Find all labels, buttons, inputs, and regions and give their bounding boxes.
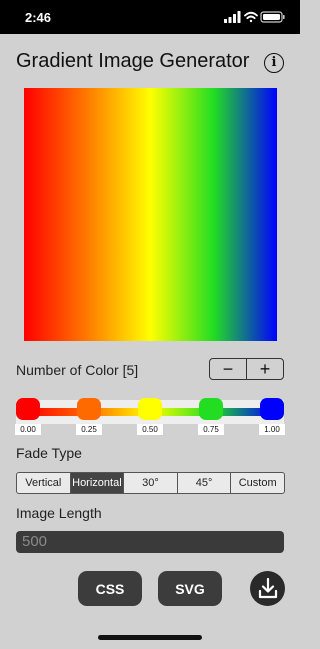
color-stop-handle[interactable]	[16, 398, 40, 420]
download-button[interactable]	[250, 571, 285, 606]
fade-type-label: Fade Type	[16, 445, 82, 461]
color-stop[interactable]: 0.50	[137, 398, 163, 435]
fade-option[interactable]: Custom	[231, 473, 284, 493]
color-stop-handle[interactable]	[199, 398, 223, 420]
color-stop[interactable]: 0.00	[15, 398, 41, 435]
signal-icon	[224, 11, 241, 23]
fade-option[interactable]: 30°	[124, 473, 178, 493]
css-button[interactable]: CSS	[78, 571, 142, 606]
color-stop[interactable]: 1.00	[259, 398, 285, 435]
download-icon	[258, 577, 277, 598]
image-length-label: Image Length	[16, 505, 102, 521]
color-count-label: Number of Color [5]	[16, 362, 139, 378]
svg-button[interactable]: SVG	[158, 571, 222, 606]
wifi-icon	[244, 11, 258, 23]
color-stop-value: 1.00	[259, 424, 285, 435]
color-stop-value: 0.75	[198, 424, 224, 435]
battery-icon	[260, 11, 285, 23]
gradient-preview	[24, 88, 277, 341]
decrement-button[interactable]: −	[210, 359, 246, 379]
color-stop[interactable]: 0.75	[198, 398, 224, 435]
status-time: 2:46	[25, 10, 52, 25]
color-stop-value: 0.25	[76, 424, 102, 435]
increment-button[interactable]: +	[247, 359, 283, 379]
page-title: Gradient Image Generator	[16, 50, 250, 72]
home-indicator	[98, 635, 202, 640]
status-bar: 2:46	[0, 0, 300, 34]
color-stop-value: 0.50	[137, 424, 163, 435]
fade-type-selector: Vertical Horizontal 30° 45° Custom	[16, 472, 285, 494]
color-stop-handle[interactable]	[77, 398, 101, 420]
color-stop-slider: 0.00 0.25 0.50 0.75 1.00	[15, 396, 285, 436]
info-icon[interactable]: i	[264, 53, 284, 73]
color-stop-handle[interactable]	[260, 398, 284, 420]
color-stop-handle[interactable]	[138, 398, 162, 420]
fade-option[interactable]: Horizontal	[70, 473, 125, 493]
fade-option[interactable]: Vertical	[17, 473, 71, 493]
color-stop[interactable]: 0.25	[76, 398, 102, 435]
status-icons	[224, 10, 286, 24]
color-stop-value: 0.00	[15, 424, 41, 435]
image-length-input[interactable]: 500	[16, 531, 284, 553]
fade-option[interactable]: 45°	[178, 473, 232, 493]
color-count-stepper: − +	[209, 358, 284, 380]
